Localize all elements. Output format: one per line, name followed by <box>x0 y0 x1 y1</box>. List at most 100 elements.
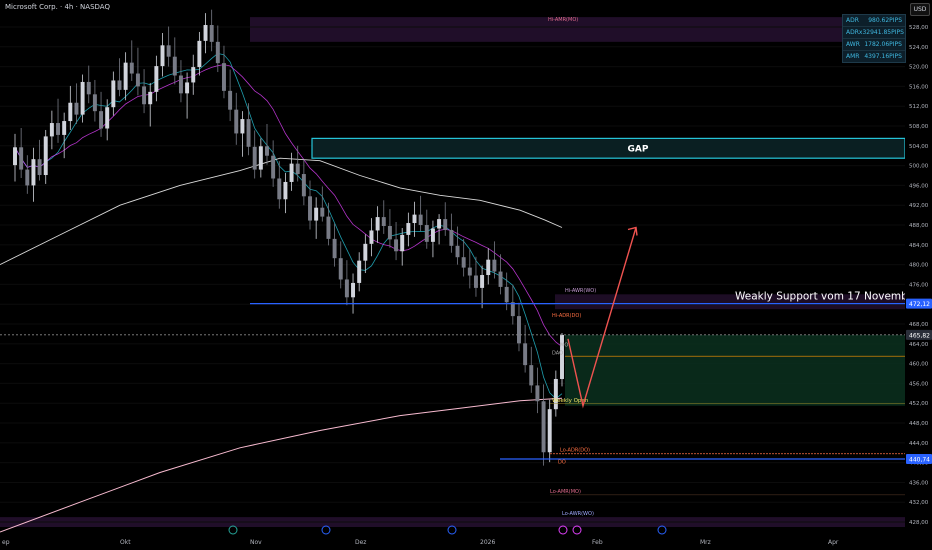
time-tick: Mrz <box>700 539 711 546</box>
candle-body <box>123 62 128 90</box>
price-tag-label: 440,74 <box>909 456 930 463</box>
price-axis: 528,00 524,00 520,00 516,00 512,00 508,00 504,… <box>905 0 932 550</box>
candle-body <box>547 409 552 453</box>
mo-label: MO <box>560 342 568 348</box>
price-tick: 432,00 <box>909 500 929 506</box>
candle-body <box>369 230 374 244</box>
candle-body <box>111 80 116 108</box>
candle-body <box>221 63 226 91</box>
candle-body <box>424 225 429 242</box>
sma-200-line <box>0 397 563 533</box>
candle-body <box>19 147 24 170</box>
candle-body <box>203 25 208 41</box>
price-tick: 428,00 <box>909 520 929 526</box>
candle-body <box>430 228 435 242</box>
price-tick: 496,00 <box>909 183 929 189</box>
candle-body <box>62 121 67 135</box>
candles-layer <box>13 9 564 466</box>
time-tick: Okt <box>120 539 131 546</box>
candle-body <box>418 214 423 226</box>
candle-body <box>326 216 331 239</box>
price-tick: 452,00 <box>909 401 929 407</box>
moving-averages-layer <box>0 52 563 533</box>
candle-body <box>332 238 337 259</box>
candle-body <box>473 275 478 288</box>
hi-amr-label: Hi-AMR(MO) <box>548 17 578 23</box>
gap-label: GAP <box>628 144 649 154</box>
time-tick: Dez <box>355 539 366 546</box>
candle-body <box>13 147 17 166</box>
candle-body <box>553 378 558 410</box>
candle-body <box>154 66 159 92</box>
currency-button[interactable]: USD <box>910 3 930 16</box>
candle-body <box>129 62 134 74</box>
price-tick: 460,00 <box>909 362 929 368</box>
do-label: DO <box>558 460 566 466</box>
candle-body <box>314 207 319 221</box>
candle-body <box>43 136 48 176</box>
candle-body <box>529 365 534 386</box>
price-tick: 468,00 <box>909 322 929 328</box>
candle-body <box>99 111 104 129</box>
candle-body <box>510 302 515 317</box>
stat-value: 4397.16PIPS <box>864 53 902 60</box>
candle-body <box>357 260 362 283</box>
price-tag-label: 472,12 <box>909 301 930 308</box>
candle-body <box>215 41 220 64</box>
sma-long-line <box>0 157 563 266</box>
price-tick: 436,00 <box>909 480 929 486</box>
candle-body <box>191 67 196 83</box>
candle-body <box>80 81 85 115</box>
event-icon[interactable] <box>321 525 331 535</box>
event-icon[interactable] <box>228 525 238 535</box>
candle-body <box>277 178 282 200</box>
event-icon[interactable] <box>447 525 457 535</box>
symbol-title: Microsoft Corp. · 4h · NASDAQ <box>5 3 110 11</box>
price-tick: 456,00 <box>909 381 929 387</box>
candle-body <box>289 163 294 182</box>
candle-body <box>492 259 497 272</box>
candle-body <box>523 343 528 366</box>
time-tick: Feb <box>592 539 603 546</box>
band-layer <box>0 17 905 527</box>
price-tick: 512,00 <box>909 104 929 110</box>
candle-body <box>320 207 325 217</box>
time-tick: ep <box>2 539 10 546</box>
target-zone <box>565 334 905 406</box>
candle-body <box>295 163 300 175</box>
candle-body <box>449 229 454 246</box>
event-icon[interactable] <box>657 525 667 535</box>
candle-body <box>283 181 288 200</box>
price-chart[interactable]: GAP Weakly Support vom 17 November Hi-AMR… <box>0 0 932 550</box>
candle-body <box>394 239 399 252</box>
price-axis-bg <box>905 0 932 550</box>
candle-body <box>209 25 214 42</box>
candle-body <box>148 91 153 105</box>
candle-body <box>246 119 251 147</box>
dao-label: DAO <box>552 351 563 357</box>
projection-arrowhead <box>627 226 638 236</box>
price-tick: 492,00 <box>909 203 929 209</box>
event-icon[interactable] <box>572 525 582 535</box>
price-tick: 484,00 <box>909 243 929 249</box>
candle-body <box>252 146 257 170</box>
price-tick: 448,00 <box>909 421 929 427</box>
time-tick: Nov <box>250 539 262 546</box>
candle-body <box>197 40 202 68</box>
candle-body <box>74 102 79 115</box>
candle-body <box>37 159 42 176</box>
candle-body <box>344 279 349 298</box>
price-tick: 504,00 <box>909 144 929 150</box>
candle-body <box>443 219 448 230</box>
candle-body <box>160 45 165 67</box>
candle-body <box>178 75 183 94</box>
candle-body <box>31 159 36 186</box>
candle-body <box>480 275 485 288</box>
price-tag-label: 465,82 <box>909 332 930 339</box>
candle-body <box>381 217 386 227</box>
candle-body <box>301 174 306 197</box>
candle-body <box>517 316 521 344</box>
price-tick: 464,00 <box>909 342 929 348</box>
candle-body <box>535 385 540 402</box>
event-icon[interactable] <box>558 525 568 535</box>
